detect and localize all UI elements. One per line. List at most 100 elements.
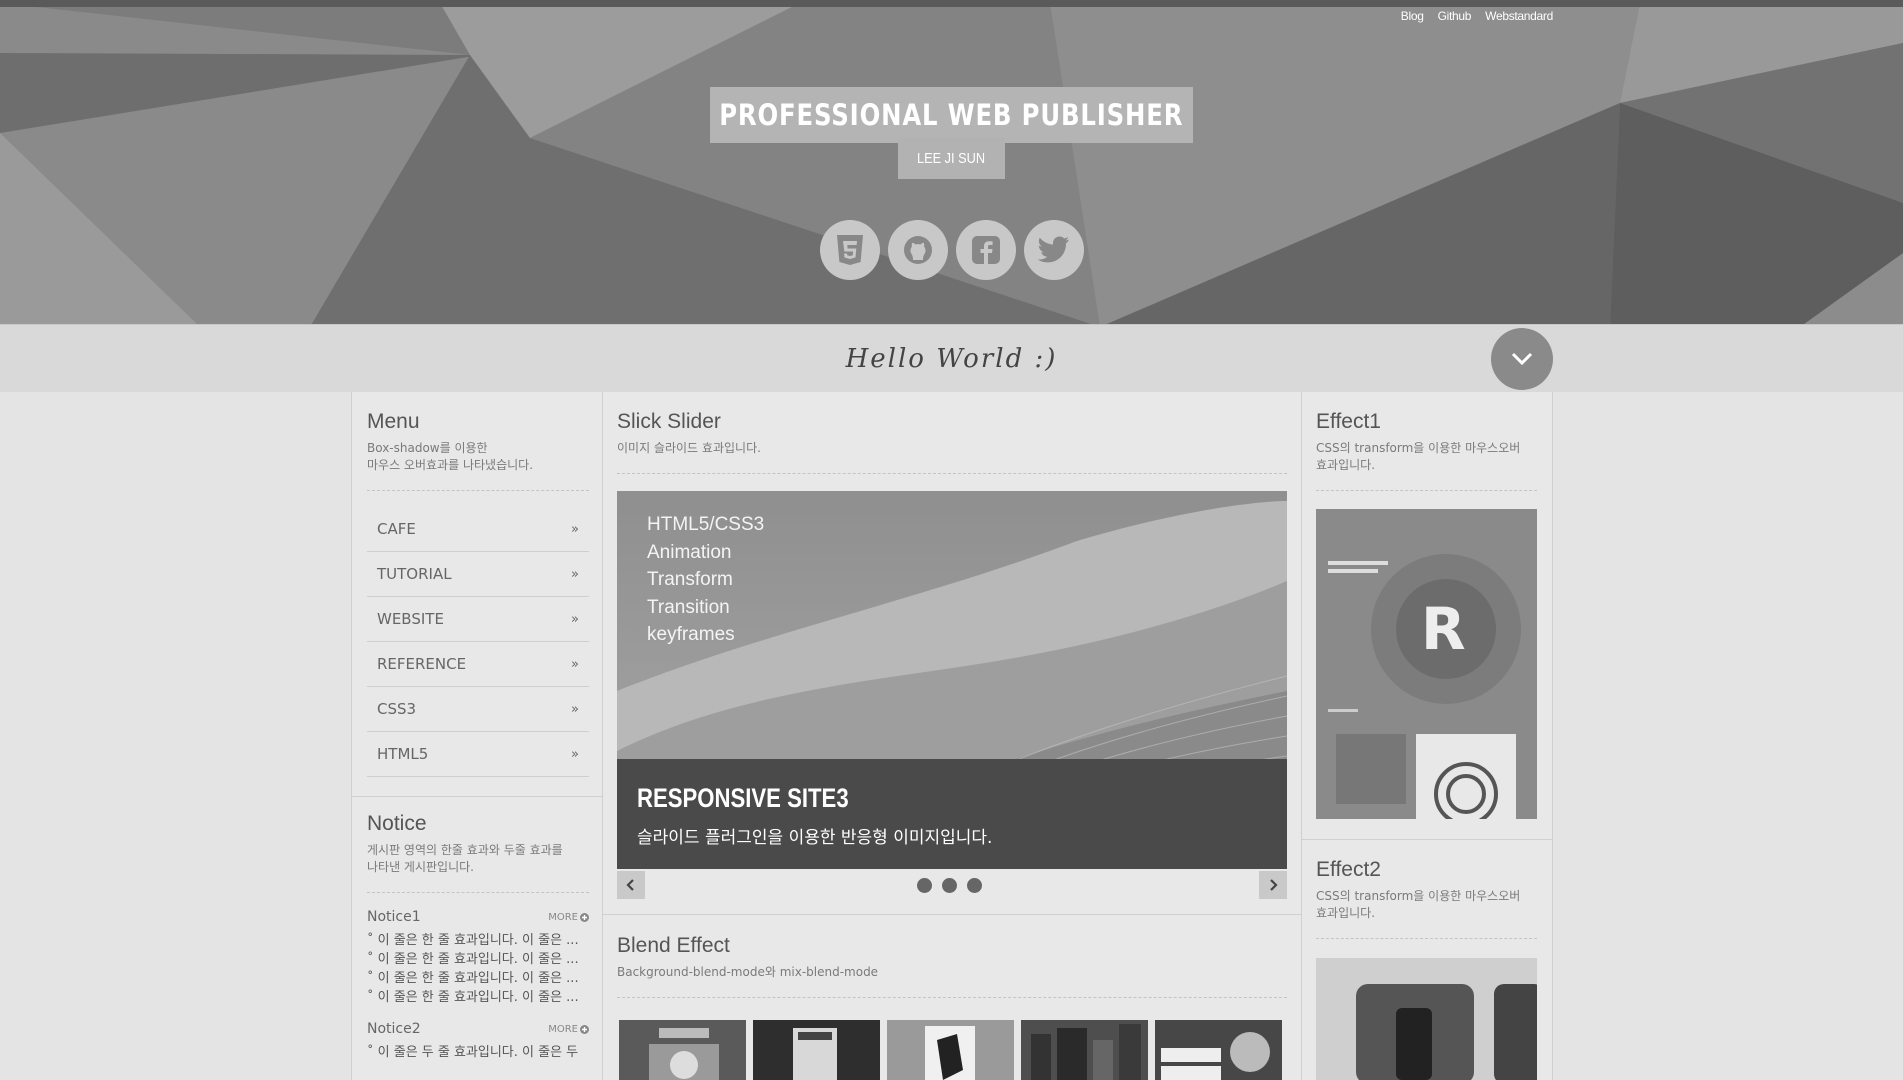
effect1-desc-line1: CSS의 transform을 이용한 마우스오버 <box>1316 441 1521 455</box>
menu-item-css3[interactable]: CSS3 » <box>367 687 589 732</box>
menu-item-reference[interactable]: REFERENCE » <box>367 642 589 687</box>
double-chevron-right-icon: » <box>571 656 579 672</box>
effect2-image[interactable] <box>1316 958 1537 1080</box>
menu-item-tutorial[interactable]: TUTORIAL » <box>367 552 589 597</box>
notice-item[interactable]: ˚ 이 줄은 한 줄 효과입니다. 이 줄은 ... <box>367 931 589 950</box>
github-link[interactable]: Github <box>1438 9 1472 23</box>
menu-item-cafe[interactable]: CAFE » <box>367 507 589 552</box>
notice1-list: ˚ 이 줄은 한 줄 효과입니다. 이 줄은 ... ˚ 이 줄은 한 줄 효과… <box>367 931 589 1007</box>
thumbnail[interactable] <box>887 1020 1014 1080</box>
notice2-title: Notice2 <box>367 1021 421 1037</box>
webstandard-link[interactable]: Webstandard <box>1485 9 1553 23</box>
notice2-list: ˚ 이 줄은 두 줄 효과입니다. 이 줄은 두 <box>367 1043 589 1062</box>
menu-item-website[interactable]: WEBSITE » <box>367 597 589 642</box>
menu-list: CAFE » TUTORIAL » WEBSITE » REFERENCE » CSS3… <box>367 507 589 777</box>
slider-dot[interactable] <box>942 878 957 893</box>
thumbnail[interactable] <box>1155 1020 1282 1080</box>
next-button[interactable] <box>1259 871 1287 899</box>
slider-dot[interactable] <box>967 878 982 893</box>
html5-icon[interactable] <box>820 220 880 280</box>
slide-line: Animation <box>647 541 732 563</box>
blend-thumbnails <box>619 1020 1282 1080</box>
top-links: Blog Github Webstandard <box>1401 9 1554 23</box>
page-title-text: PROFESSIONAL WEB PUBLISHER <box>719 98 1184 132</box>
github-icon[interactable] <box>888 220 948 280</box>
slide-text: HTML5/CSS3 Animation Transform Transitio… <box>647 511 764 649</box>
slider-dot[interactable] <box>917 878 932 893</box>
notice2-header: Notice2 MORE <box>367 1021 589 1037</box>
chevron-down-icon <box>1511 352 1533 366</box>
effect1-image[interactable]: R <box>1316 509 1537 819</box>
right-column: Effect1 CSS의 transform을 이용한 마우스오버 효과입니다.… <box>1302 392 1553 1080</box>
twitter-icon[interactable] <box>1024 220 1084 280</box>
effect2-desc-line1: CSS의 transform을 이용한 마우스오버 <box>1316 889 1521 903</box>
more-link[interactable]: MORE <box>548 1024 589 1035</box>
menu-item-label: REFERENCE <box>377 655 467 673</box>
page-title: PROFESSIONAL WEB PUBLISHER <box>710 87 1193 143</box>
middle-column: Slick Slider 이미지 슬라이드 효과입니다. HTML5/CSS3 … <box>603 392 1302 1080</box>
blend-title: Blend Effect <box>617 934 730 957</box>
menu-item-html5[interactable]: HTML5 » <box>367 732 589 777</box>
notice-item-text: 이 줄은 두 줄 효과입니다. 이 줄은 두 <box>377 1045 579 1060</box>
hello-text: Hello World :) <box>845 343 1058 374</box>
divider <box>367 490 589 491</box>
more-label: MORE <box>548 911 578 923</box>
notice-item[interactable]: ˚ 이 줄은 한 줄 효과입니다. 이 줄은 ... <box>367 969 589 988</box>
caption-title: RESPONSIVE SITE3 <box>637 783 849 813</box>
slide-line: Transform <box>647 569 733 590</box>
notice-item-text: 이 줄은 한 줄 효과입니다. 이 줄은 ... <box>377 933 579 948</box>
notice-item[interactable]: ˚ 이 줄은 두 줄 효과입니다. 이 줄은 두 <box>367 1043 589 1062</box>
divider <box>1316 938 1537 939</box>
caption-desc: 슬라이드 플러그인을 이용한 반응형 이미지입니다. <box>637 828 993 848</box>
double-chevron-right-icon: » <box>571 611 579 627</box>
slick-desc: 이미지 슬라이드 효과입니다. <box>617 441 761 455</box>
author-badge: LEE JI SUN <box>898 137 1005 179</box>
left-column: Menu Box-shadow를 이용한 마우스 오버효과를 나타냈습니다. C… <box>351 392 603 1080</box>
double-chevron-right-icon: » <box>571 701 579 717</box>
double-chevron-right-icon: » <box>571 521 579 537</box>
svg-text:R: R <box>1421 595 1466 663</box>
double-chevron-right-icon: » <box>571 566 579 582</box>
prev-button[interactable] <box>617 871 645 899</box>
thumbnail-image <box>753 1020 880 1080</box>
thumbnail-image <box>887 1020 1014 1080</box>
effect1-artwork: R <box>1316 509 1537 819</box>
slider-dots <box>917 878 982 893</box>
slide-line: keyframes <box>647 624 735 645</box>
thumbnail[interactable] <box>753 1020 880 1080</box>
image-slider[interactable]: HTML5/CSS3 Animation Transform Transitio… <box>617 491 1287 869</box>
thumbnail[interactable] <box>1021 1020 1148 1080</box>
notice-desc-line1: 게시판 영역의 한줄 효과와 두줄 효과를 <box>367 843 563 857</box>
menu-desc-line2: 마우스 오버효과를 나타냈습니다. <box>367 458 534 472</box>
slick-title: Slick Slider <box>617 410 721 433</box>
more-label: MORE <box>548 1023 578 1035</box>
effect1-desc-line2: 효과입니다. <box>1316 458 1376 472</box>
notice1-header: Notice1 MORE <box>367 909 589 925</box>
slide-line: HTML5/CSS3 <box>647 514 765 535</box>
divider <box>617 473 1287 474</box>
notice-item-text: 이 줄은 한 줄 효과입니다. 이 줄은 ... <box>377 952 579 967</box>
thumbnail-image <box>619 1020 746 1080</box>
menu-item-label: CSS3 <box>377 700 417 718</box>
notice-item-text: 이 줄은 한 줄 효과입니다. 이 줄은 ... <box>377 990 579 1005</box>
chevron-left-icon <box>626 879 634 891</box>
section-divider <box>603 914 1301 915</box>
notice-title: Notice <box>367 812 427 835</box>
scroll-down-button[interactable] <box>1491 328 1553 390</box>
slide-line: Transition <box>647 596 730 618</box>
divider <box>617 997 1287 998</box>
effect2-title: Effect2 <box>1316 858 1381 881</box>
notice-item[interactable]: ˚ 이 줄은 한 줄 효과입니다. 이 줄은 ... <box>367 950 589 969</box>
blog-link[interactable]: Blog <box>1401 9 1424 23</box>
thumbnail-image <box>1021 1020 1148 1080</box>
facebook-icon[interactable] <box>956 220 1016 280</box>
menu-desc: Box-shadow를 이용한 마우스 오버효과를 나타냈습니다. <box>367 440 589 474</box>
divider <box>1316 490 1537 491</box>
social-links <box>820 220 1084 280</box>
slider-nav <box>617 871 1287 899</box>
thumbnail[interactable] <box>619 1020 746 1080</box>
notice-desc-line2: 나타낸 게시판입니다. <box>367 860 474 874</box>
effect2-desc: CSS의 transform을 이용한 마우스오버 효과입니다. <box>1316 888 1537 922</box>
notice-item[interactable]: ˚ 이 줄은 한 줄 효과입니다. 이 줄은 ... <box>367 988 589 1007</box>
more-link[interactable]: MORE <box>548 912 589 923</box>
